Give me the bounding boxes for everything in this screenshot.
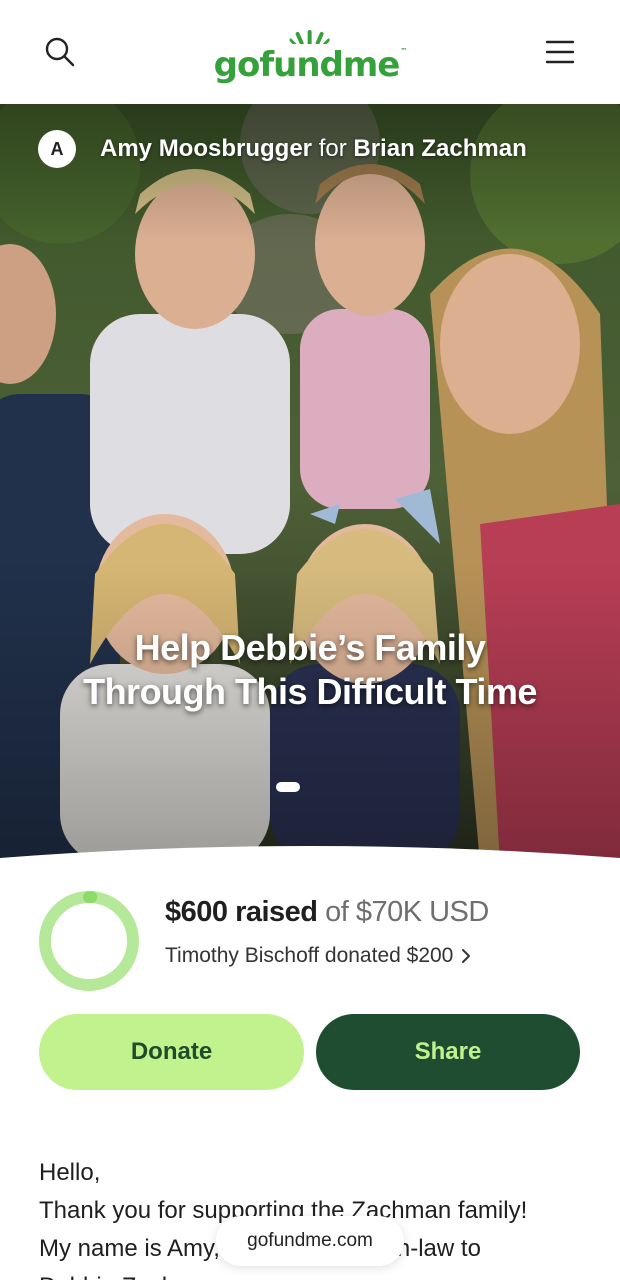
carousel-indicator[interactable] — [276, 782, 300, 792]
organizer-line[interactable]: A Amy Moosbrugger for Brian Zachman — [38, 130, 527, 168]
logo-wordmark: gofundme™ — [213, 45, 408, 85]
organizer-name: Amy Moosbrugger — [100, 135, 313, 162]
logo-sprout-icon — [289, 30, 330, 44]
campaign-page: gofundme™ A Amy Moosbrugger for Brian Za… — [0, 0, 620, 1280]
story-line: Debbie Zachman... — [39, 1268, 584, 1280]
browser-url-pill[interactable]: gofundme.com — [216, 1216, 404, 1266]
story-line: Hello, — [39, 1159, 101, 1186]
hero-photo[interactable]: A Amy Moosbrugger for Brian Zachman Help… — [0, 104, 620, 864]
organizer-for-word: for — [318, 135, 347, 162]
hero-gradient-overlay — [0, 104, 620, 864]
search-icon — [45, 37, 75, 67]
progress-ring-track — [39, 891, 139, 991]
campaign-title: Help Debbie’s Family Through This Diffic… — [83, 627, 537, 712]
progress-section: $600 raised of $70K USD Timothy Bischoff… — [0, 884, 620, 1004]
donate-button[interactable]: Donate — [39, 1014, 304, 1090]
menu-button[interactable] — [540, 32, 580, 72]
gofundme-logo[interactable]: gofundme™ — [214, 30, 407, 82]
share-button[interactable]: Share — [316, 1014, 580, 1090]
beneficiary-name: Brian Zachman — [353, 135, 527, 162]
chevron-right-icon — [462, 949, 471, 963]
organizer-avatar: A — [38, 130, 76, 168]
amount-raised: $600 raised — [165, 896, 318, 928]
recent-donation-text: Timothy Bischoff donated $200 — [165, 944, 454, 967]
goal-amount: of $70K USD — [325, 896, 489, 928]
amount-raised-line: $600 raised of $70K USD — [165, 896, 489, 929]
progress-ring — [39, 891, 139, 991]
hero-bottom-curve — [0, 846, 620, 884]
recent-donation-link[interactable]: Timothy Bischoff donated $200 — [165, 944, 473, 968]
menu-icon — [545, 40, 575, 64]
search-button[interactable] — [40, 32, 80, 72]
organizer-text: Amy Moosbrugger for Brian Zachman — [100, 135, 527, 163]
top-header: gofundme™ — [0, 0, 620, 104]
